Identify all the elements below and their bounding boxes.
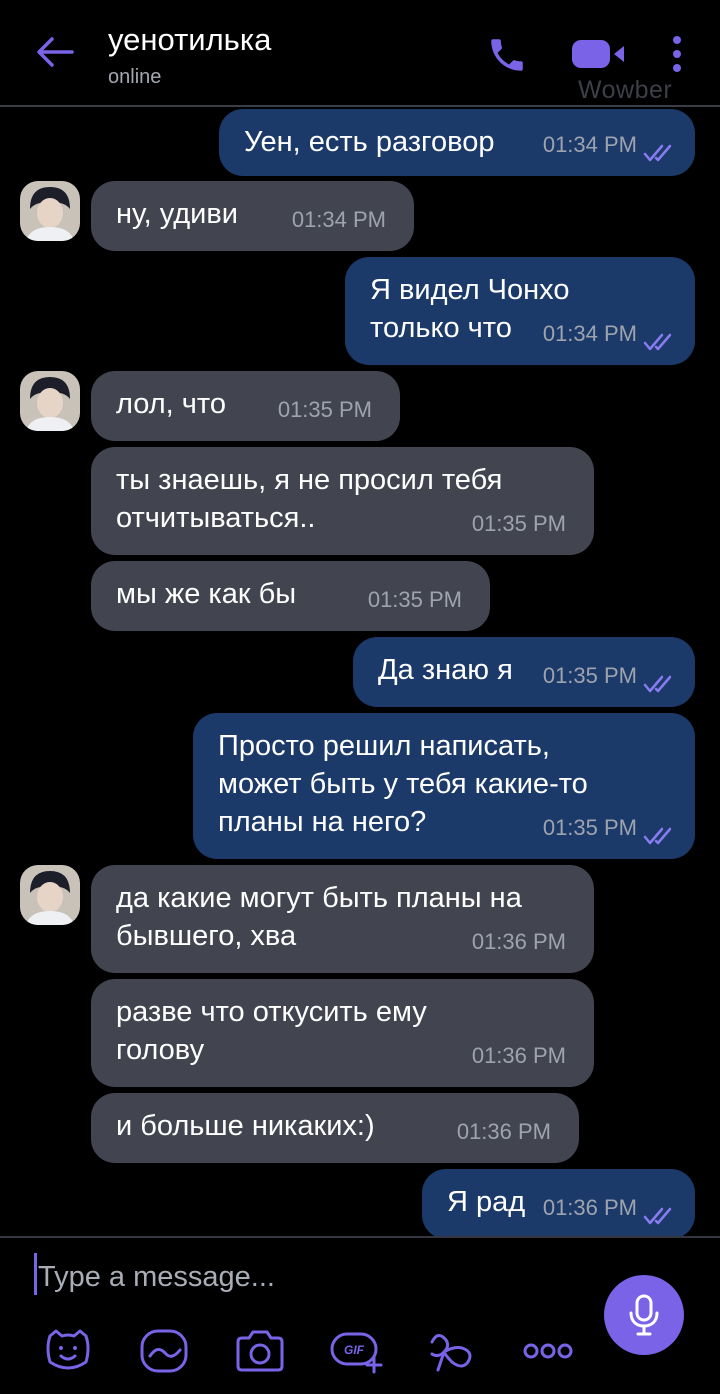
incoming-message[interactable]: лол, что 01:35 PM [91, 371, 400, 441]
phone-call-icon[interactable] [486, 34, 528, 76]
voice-message-button[interactable] [604, 1275, 684, 1355]
sticker-icon[interactable] [40, 1326, 96, 1376]
avatar-image [20, 371, 80, 431]
message-timestamp: 01:35 PM [471, 511, 566, 536]
message-timestamp: 01:35 PM [542, 663, 637, 688]
more-options-icon[interactable] [666, 34, 688, 74]
outgoing-message[interactable]: Просто решил написать, может быть у тебя… [193, 713, 695, 859]
contact-avatar[interactable] [20, 181, 80, 241]
message-timestamp: 01:36 PM [456, 1119, 551, 1144]
outgoing-message[interactable]: Я видел Чонхо только что 01:34 PM [345, 257, 695, 365]
outgoing-message[interactable]: Я рад 01:36 PM [422, 1169, 695, 1236]
incoming-message[interactable]: ну, удиви 01:34 PM [91, 181, 414, 251]
microphone-icon [629, 1294, 659, 1336]
message-list[interactable]: Уен, есть разговор 01:34 PM ну, удиви 01:34… [0, 109, 720, 1236]
message-timestamp: 01:34 PM [542, 321, 637, 346]
composer-divider [0, 1236, 720, 1238]
message-timestamp: 01:36 PM [471, 929, 566, 954]
gif-icon[interactable]: GIF [328, 1326, 384, 1376]
chat-header: уенотилька online Wowber [0, 0, 720, 107]
svg-text:GIF: GIF [344, 1343, 365, 1357]
read-receipt-icon [643, 675, 672, 693]
back-arrow-icon[interactable] [32, 30, 76, 74]
incoming-message[interactable]: мы же как бы 01:35 PM [91, 561, 490, 631]
emoji-flower-icon[interactable] [424, 1326, 480, 1376]
message-timestamp: 01:35 PM [542, 815, 637, 840]
message-timestamp: 01:36 PM [542, 1195, 637, 1220]
contact-name[interactable]: уенотилька [108, 22, 271, 58]
message-timestamp: 01:34 PM [542, 132, 637, 157]
video-call-icon[interactable] [570, 36, 628, 72]
avatar-image [20, 865, 80, 925]
text-cursor [34, 1253, 37, 1295]
contact-avatar[interactable] [20, 371, 80, 431]
message-timestamp: 01:36 PM [471, 1043, 566, 1068]
contact-status: online [108, 66, 162, 88]
read-receipt-icon [643, 333, 672, 351]
read-receipt-icon [643, 827, 672, 845]
message-input[interactable] [38, 1257, 578, 1297]
message-timestamp: 01:35 PM [277, 397, 372, 422]
incoming-message[interactable]: да какие могут быть планы на бывшего, хв… [91, 865, 594, 973]
watermark: Wowber [578, 76, 673, 104]
doodle-icon[interactable] [136, 1326, 192, 1376]
incoming-message[interactable]: ты знаешь, я не просил тебя отчитываться… [91, 447, 594, 555]
contact-avatar[interactable] [20, 865, 80, 925]
outgoing-message[interactable]: Да знаю я 01:35 PM [353, 637, 695, 707]
message-timestamp: 01:34 PM [291, 207, 386, 232]
incoming-message[interactable]: и больше никаких:) 01:36 PM [91, 1093, 579, 1163]
camera-icon[interactable] [232, 1326, 288, 1376]
outgoing-message[interactable]: Уен, есть разговор 01:34 PM [219, 109, 695, 176]
read-receipt-icon [643, 144, 672, 162]
incoming-message[interactable]: разве что откусить ему голову 01:36 PM [91, 979, 594, 1087]
read-receipt-icon [643, 1207, 672, 1225]
message-timestamp: 01:35 PM [367, 587, 462, 612]
avatar-image [20, 181, 80, 241]
more-icon[interactable] [520, 1326, 576, 1376]
